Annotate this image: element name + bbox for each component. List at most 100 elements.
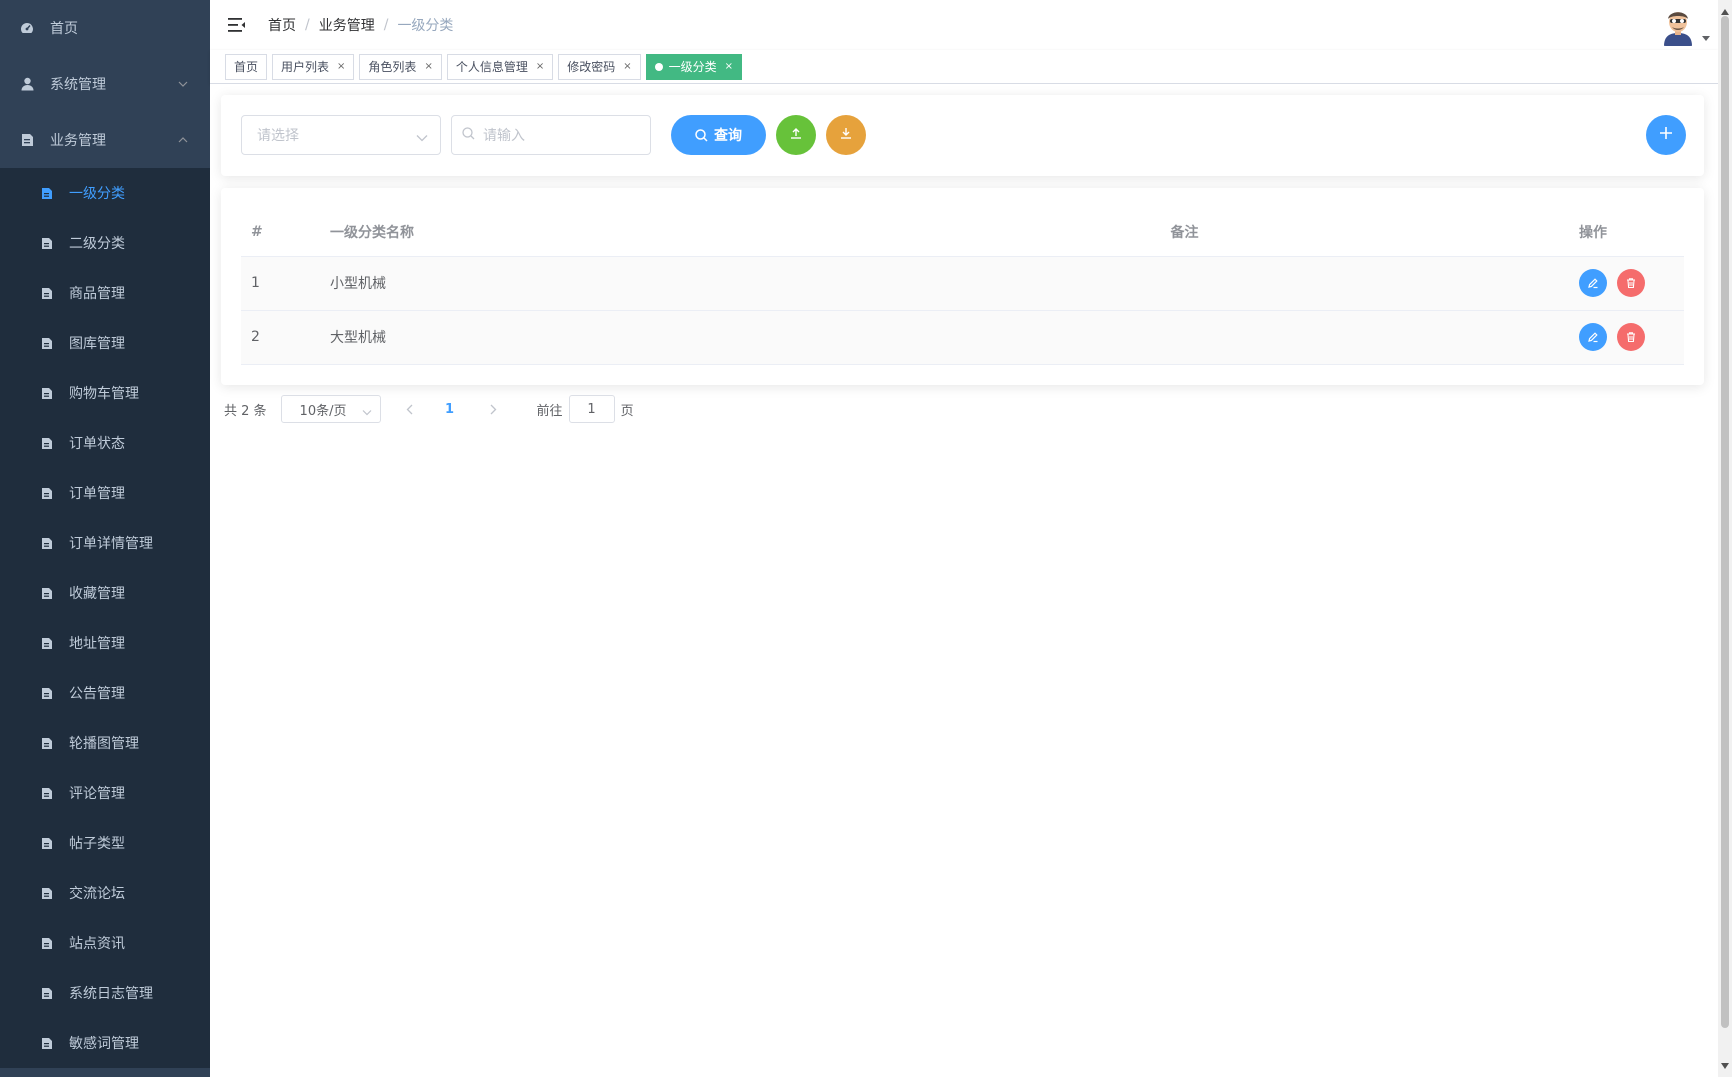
- document-icon: [40, 186, 53, 200]
- tag-label: 首页: [234, 60, 259, 74]
- sidebar-subitem-label: 二级分类: [69, 236, 125, 252]
- page-size-value: 10条/页: [299, 403, 347, 419]
- close-icon[interactable]: ×: [424, 61, 432, 72]
- edit-icon: [1587, 277, 1599, 289]
- vertical-scrollbar[interactable]: [1718, 0, 1732, 1077]
- cell-index: 1: [241, 256, 320, 311]
- sidebar-subitem-label: 订单管理: [69, 486, 125, 502]
- tag-label: 角色列表: [368, 60, 417, 74]
- search-icon: [462, 126, 475, 144]
- dashboard-icon: [20, 21, 34, 35]
- goto-page-input[interactable]: 1: [568, 395, 615, 423]
- sidebar-subitem-label: 敏感词管理: [69, 1036, 139, 1052]
- sidebar-subitem[interactable]: 帖子类型: [0, 818, 210, 868]
- document-icon: [40, 1036, 53, 1050]
- goto-label: 前往: [536, 403, 563, 419]
- trash-icon: [1625, 331, 1637, 343]
- tag-item[interactable]: 角色列表 ×: [359, 53, 442, 80]
- sidebar-subitem[interactable]: 站点资讯: [0, 918, 210, 968]
- sidebar-subitem[interactable]: 地址管理: [0, 618, 210, 668]
- cell-remark: [800, 256, 1569, 311]
- next-page-button[interactable]: [479, 395, 509, 423]
- tag-label: 一级分类: [668, 60, 717, 74]
- avatar[interactable]: [1658, 6, 1698, 46]
- sidebar-subitem-label: 系统日志管理: [69, 986, 153, 1002]
- active-dot-icon: [654, 62, 663, 71]
- delete-button[interactable]: [1617, 269, 1645, 297]
- category-select[interactable]: 请选择: [241, 115, 441, 155]
- cell-actions: [1569, 310, 1684, 365]
- sidebar-subitem[interactable]: 敏感词管理: [0, 1018, 210, 1068]
- category-table: # 一级分类名称 备注 操作 1 小型机械 2 大型机械: [241, 208, 1684, 365]
- sidebar-subitem[interactable]: 一级分类: [0, 168, 210, 218]
- cell-index: 2: [241, 310, 320, 365]
- pagination: 共 2 条 10条/页 1 前往 1 页: [224, 395, 634, 423]
- edit-button[interactable]: [1579, 269, 1607, 297]
- close-icon[interactable]: ×: [623, 61, 631, 72]
- business-submenu: 一级分类二级分类商品管理 图库管理 购物车管理 订单状态订单管理订单详情管理收藏管理地…: [0, 168, 210, 1068]
- page-suffix-label: 页: [620, 403, 634, 419]
- edit-icon: [1587, 331, 1599, 343]
- sidebar-subitem-label: 订单详情管理: [69, 536, 153, 552]
- query-button-label: 查询: [714, 128, 742, 144]
- sidebar-subitem[interactable]: 收藏管理: [0, 568, 210, 618]
- column-header-remark: 备注: [800, 208, 1569, 257]
- sidebar-subitem[interactable]: 购物车管理: [0, 368, 210, 418]
- table-row: 2 大型机械: [241, 310, 1684, 365]
- sidebar-item-label: 首页: [50, 21, 78, 37]
- edit-button[interactable]: [1579, 323, 1607, 351]
- sidebar-subitem[interactable]: 评论管理: [0, 768, 210, 818]
- user-icon: [20, 77, 34, 91]
- sidebar-subitem[interactable]: 系统日志管理: [0, 968, 210, 1018]
- sidebar-subitem-label: 交流论坛: [69, 886, 125, 902]
- sidebar-subitem[interactable]: 轮播图管理: [0, 718, 210, 768]
- sidebar-item-business[interactable]: 业务管理: [0, 112, 210, 168]
- sidebar-subitem[interactable]: 订单状态: [0, 418, 210, 468]
- document-icon: [40, 586, 53, 600]
- prev-page-button[interactable]: [395, 395, 425, 423]
- document-icon: [40, 686, 53, 700]
- close-icon[interactable]: ×: [337, 61, 345, 72]
- user-menu[interactable]: [1658, 6, 1710, 46]
- breadcrumb-business[interactable]: 业务管理: [319, 15, 375, 35]
- breadcrumb-separator: /: [305, 17, 310, 33]
- sidebar-subitem[interactable]: 商品管理: [0, 268, 210, 318]
- column-header-actions: 操作: [1569, 208, 1684, 257]
- close-icon[interactable]: ×: [725, 61, 733, 72]
- sidebar-item-system[interactable]: 系统管理: [0, 56, 210, 112]
- sidebar-subitem[interactable]: 图库管理: [0, 318, 210, 368]
- tag-item[interactable]: 首页: [225, 53, 268, 80]
- caret-down-icon: [1702, 30, 1710, 45]
- navbar: 首页 / 业务管理 / 一级分类: [210, 0, 1732, 50]
- tag-item[interactable]: 用户列表 ×: [272, 53, 355, 80]
- sidebar-item-home[interactable]: 首页: [0, 0, 210, 56]
- sidebar-subitem[interactable]: 订单详情管理: [0, 518, 210, 568]
- sidebar-subitem[interactable]: 订单管理: [0, 468, 210, 518]
- sidebar-subitem-label: 评论管理: [69, 786, 125, 802]
- search-input[interactable]: 请输入: [451, 115, 651, 155]
- document-icon: [40, 886, 53, 900]
- query-button[interactable]: 查询: [671, 115, 766, 155]
- sidebar: 首页 系统管理 业务管理 一级分类二级分类商品管理 图库管理 购物车管理 订单状态订单…: [0, 0, 210, 1077]
- document-icon: [40, 336, 53, 350]
- scrollbar-thumb[interactable]: [1721, 16, 1729, 1028]
- app-main: 请选择 请输入 查询 # 一级分类名称 备注 操作 1 小型机械 2 大型机械 …: [210, 84, 1718, 1077]
- sidebar-subitem[interactable]: 公告管理: [0, 668, 210, 718]
- add-button[interactable]: [1646, 115, 1686, 155]
- delete-button[interactable]: [1617, 323, 1645, 351]
- breadcrumb-home[interactable]: 首页: [268, 15, 296, 35]
- sidebar-subitem[interactable]: 二级分类: [0, 218, 210, 268]
- close-icon[interactable]: ×: [536, 61, 544, 72]
- page-size-select[interactable]: 10条/页: [280, 395, 381, 423]
- download-button[interactable]: [826, 115, 866, 155]
- scroll-down-icon[interactable]: [1721, 1058, 1729, 1073]
- tag-item[interactable]: 个人信息管理 ×: [446, 53, 554, 80]
- download-icon: [840, 127, 852, 143]
- tag-item[interactable]: 一级分类 ×: [645, 53, 743, 80]
- upload-button[interactable]: [776, 115, 816, 155]
- document-icon: [40, 536, 53, 550]
- sidebar-subitem[interactable]: 交流论坛: [0, 868, 210, 918]
- hamburger-icon[interactable]: [226, 16, 248, 34]
- tag-item[interactable]: 修改密码 ×: [558, 53, 641, 80]
- page-number-current[interactable]: 1: [435, 395, 465, 423]
